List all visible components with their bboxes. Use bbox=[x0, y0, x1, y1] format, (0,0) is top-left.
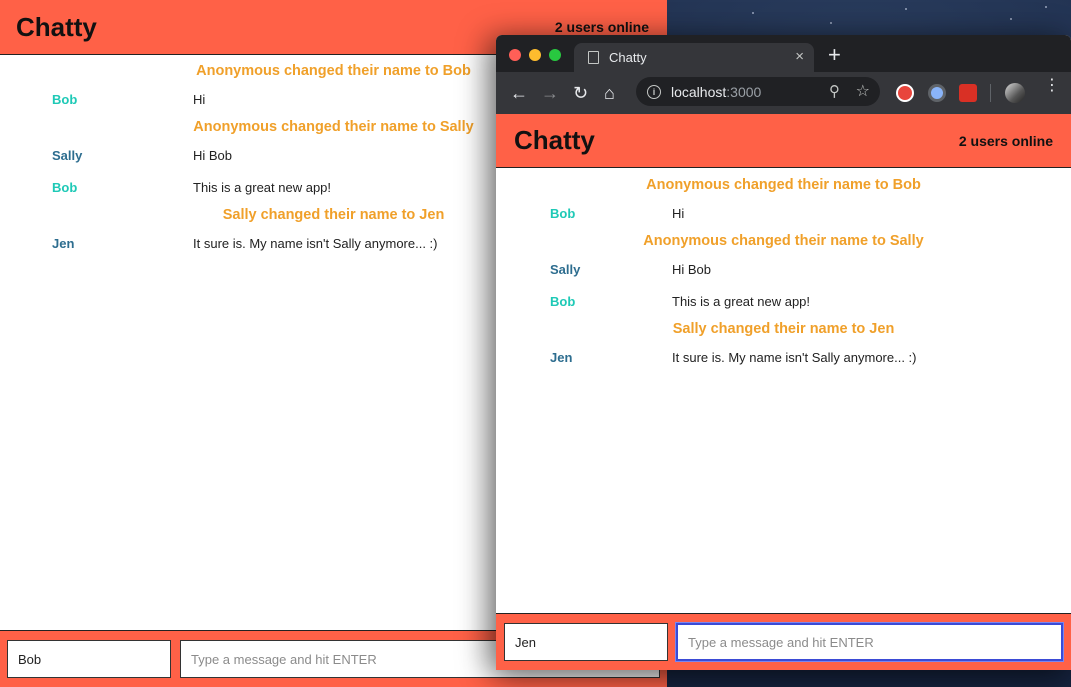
brand-title: Chatty bbox=[16, 11, 97, 42]
message-content: This is a great new app! bbox=[672, 293, 811, 309]
url-port: :3000 bbox=[726, 83, 762, 100]
star bbox=[752, 12, 754, 14]
address-bar[interactable]: i localhost:3000 ⚲ ☆ bbox=[636, 77, 880, 106]
message-username: Bob bbox=[52, 91, 78, 107]
message-username: Bob bbox=[550, 293, 576, 309]
star bbox=[830, 22, 832, 24]
message-input-placeholder: Type a message and hit ENTER bbox=[191, 651, 377, 667]
system-message: Sally changed their name to Jen bbox=[672, 321, 895, 337]
extension-circle-icon[interactable] bbox=[928, 84, 946, 102]
info-icon[interactable]: i bbox=[647, 84, 661, 99]
reload-icon[interactable]: ↻ bbox=[573, 83, 588, 103]
message-row: Bob This is a great new app! bbox=[496, 285, 1071, 317]
message-username: Bob bbox=[52, 179, 78, 195]
message-content: This is a great new app! bbox=[193, 179, 332, 195]
close-tab-icon[interactable]: × bbox=[795, 49, 804, 65]
star bbox=[1045, 6, 1047, 8]
message-content: It sure is. My name isn't Sally anymore.… bbox=[672, 349, 917, 365]
message-row: Sally Hi Bob bbox=[496, 253, 1071, 285]
message-input[interactable]: Type a message and hit ENTER bbox=[676, 623, 1063, 661]
message-row: Bob Hi bbox=[496, 197, 1071, 229]
bookmark-star-icon[interactable]: ☆ bbox=[856, 81, 870, 101]
message-username: Sally bbox=[550, 261, 581, 277]
chat-bar: Jen Type a message and hit ENTER bbox=[496, 613, 1071, 670]
message-content: It sure is. My name isn't Sally anymore.… bbox=[193, 235, 438, 251]
username-input[interactable]: Bob bbox=[7, 640, 171, 678]
message-username: Jen bbox=[52, 235, 75, 251]
maximize-window-button[interactable] bbox=[549, 49, 561, 61]
message-content: Hi Bob bbox=[193, 147, 233, 163]
front-browser-window: Chatty × + ← → ↻ ⌂ i localhost:3000 ⚲ ☆ … bbox=[496, 35, 1071, 670]
message-content: Hi bbox=[193, 91, 206, 107]
back-arrow-icon[interactable]: ← bbox=[510, 83, 528, 103]
online-count: 2 users online bbox=[958, 132, 1053, 149]
home-icon[interactable]: ⌂ bbox=[604, 83, 615, 103]
star bbox=[1010, 18, 1012, 20]
message-list: Anonymous changed their name to Bob Bob … bbox=[496, 168, 1071, 373]
brand-title: Chatty bbox=[514, 125, 595, 155]
message-content: Hi bbox=[672, 205, 685, 221]
message-username: Bob bbox=[550, 205, 576, 221]
tab-chatty[interactable]: Chatty × bbox=[574, 43, 814, 72]
zoom-icon[interactable]: ⚲ bbox=[829, 82, 840, 100]
chatty-page: Chatty 2 users online Anonymous changed … bbox=[496, 114, 1071, 670]
minimize-window-button[interactable] bbox=[529, 49, 541, 61]
system-message: Anonymous changed their name to Bob bbox=[646, 177, 921, 193]
url-host: localhost bbox=[671, 83, 727, 100]
tab-title: Chatty bbox=[609, 50, 647, 65]
new-tab-button[interactable]: + bbox=[828, 44, 841, 66]
message-username: Jen bbox=[550, 349, 573, 365]
message-content: Hi Bob bbox=[672, 261, 712, 277]
message-username: Sally bbox=[52, 147, 83, 163]
navbar: Chatty 2 users online bbox=[496, 114, 1071, 168]
menu-dots-icon[interactable]: ⋮ bbox=[1044, 78, 1060, 94]
browser-toolbar: ← → ↻ ⌂ i localhost:3000 ⚲ ☆ ⋮ bbox=[496, 72, 1071, 114]
extension-red-icon[interactable] bbox=[959, 84, 977, 102]
page-icon bbox=[588, 51, 599, 64]
message-row: Jen It sure is. My name isn't Sally anym… bbox=[496, 341, 1071, 373]
system-message: Anonymous changed their name to Sally bbox=[643, 233, 924, 249]
profile-avatar[interactable] bbox=[1005, 83, 1025, 103]
star bbox=[905, 8, 907, 10]
username-input[interactable]: Jen bbox=[504, 623, 668, 661]
extension-adblock-icon[interactable] bbox=[896, 84, 914, 102]
tab-strip: Chatty × + bbox=[496, 35, 1071, 72]
online-count: 2 users online bbox=[554, 19, 649, 35]
close-window-button[interactable] bbox=[509, 49, 521, 61]
message-input-placeholder: Type a message and hit ENTER bbox=[688, 634, 874, 650]
toolbar-divider bbox=[990, 84, 991, 102]
forward-arrow-icon[interactable]: → bbox=[541, 83, 559, 103]
